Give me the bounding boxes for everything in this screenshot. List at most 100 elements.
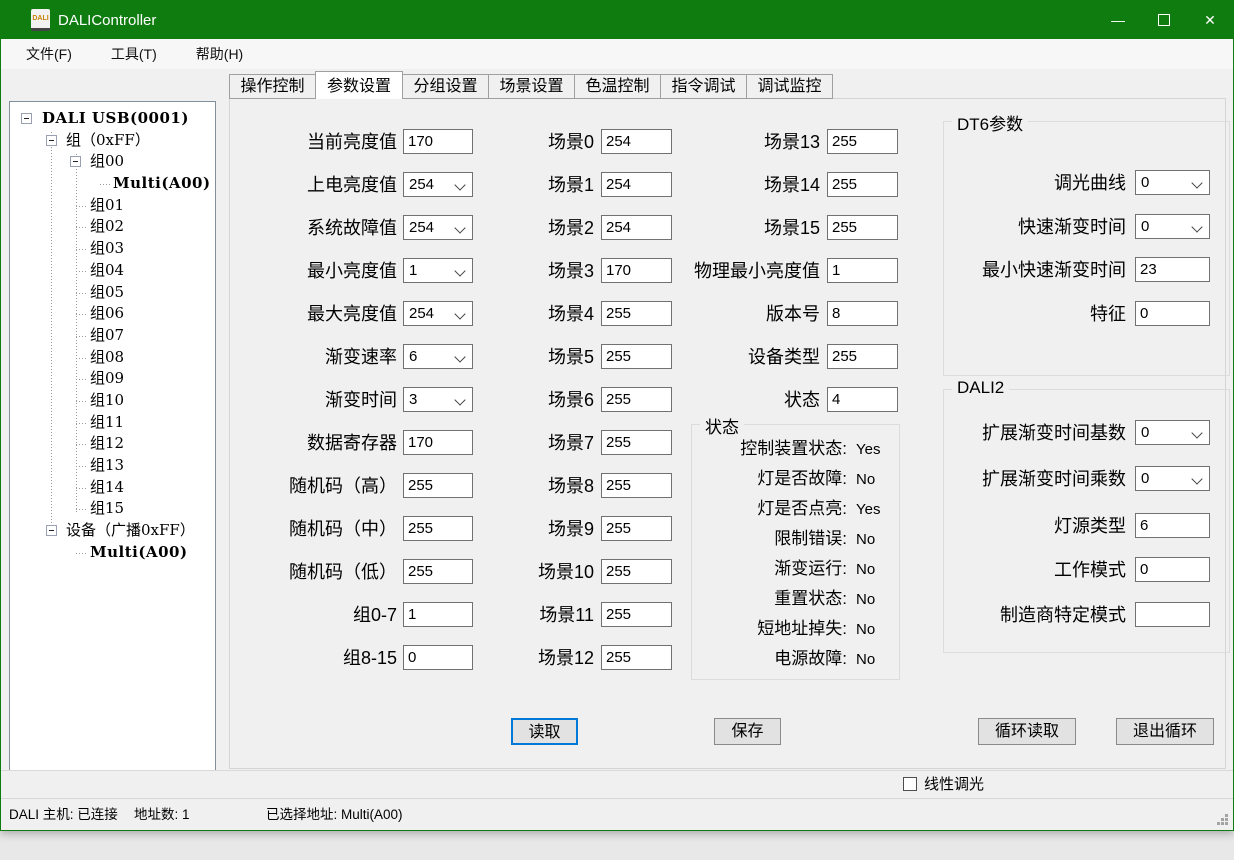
- tree-item-multi-a00-2[interactable]: Multi(A00): [10, 542, 215, 564]
- random-low-input[interactable]: [403, 559, 473, 584]
- scene15-input[interactable]: [827, 215, 898, 240]
- save-button[interactable]: 保存: [714, 718, 781, 745]
- tree-item-group07[interactable]: 组07: [10, 325, 215, 347]
- features-input[interactable]: [1135, 301, 1210, 326]
- field-group-0-7: 组0-7: [259, 602, 475, 628]
- power-on-level-select[interactable]: 254: [403, 172, 473, 197]
- tree-item-group13[interactable]: 组13: [10, 455, 215, 477]
- random-high-input[interactable]: [403, 473, 473, 498]
- tab-operation-control[interactable]: 操作控制: [229, 74, 316, 99]
- tree-item-group14[interactable]: 组14: [10, 477, 215, 499]
- menu-help[interactable]: 帮助(H): [182, 39, 257, 69]
- tree-item-group15[interactable]: 组15: [10, 498, 215, 520]
- scene10-input[interactable]: [601, 559, 672, 584]
- tree-item-multi-a00[interactable]: Multi(A00): [10, 173, 215, 195]
- data-register-input[interactable]: [403, 430, 473, 455]
- device-type-input[interactable]: [827, 344, 898, 369]
- group-0-7-input[interactable]: [403, 602, 473, 627]
- tree-item-group05[interactable]: 组05: [10, 282, 215, 304]
- tree-item-group04[interactable]: 组04: [10, 260, 215, 282]
- tree-item-group06[interactable]: 组06: [10, 303, 215, 325]
- field-scene11: 场景11: [501, 602, 674, 628]
- tree-item-group-root[interactable]: 组（0xFF）: [10, 130, 215, 152]
- scene7-input[interactable]: [601, 430, 672, 455]
- group-8-15-input[interactable]: [403, 645, 473, 670]
- version-number-input[interactable]: [827, 301, 898, 326]
- scene8-input[interactable]: [601, 473, 672, 498]
- scene5-input[interactable]: [601, 344, 672, 369]
- physical-min-level-input[interactable]: [827, 258, 898, 283]
- exit-loop-button[interactable]: 退出循环: [1116, 718, 1214, 745]
- operating-mode-input[interactable]: [1135, 557, 1210, 582]
- tab-debug-monitor[interactable]: 调试监控: [746, 74, 833, 99]
- fade-rate-select[interactable]: 6: [403, 344, 473, 369]
- scene13-input[interactable]: [827, 129, 898, 154]
- tab-scene-settings[interactable]: 场景设置: [488, 74, 575, 99]
- close-button[interactable]: ✕: [1187, 1, 1233, 39]
- dimming-curve-select[interactable]: 0: [1135, 170, 1210, 195]
- chevron-down-icon: [1191, 473, 1202, 484]
- light-source-type-input[interactable]: [1135, 513, 1210, 538]
- min-fast-fade-time-input[interactable]: [1135, 257, 1210, 282]
- tree-item-group00[interactable]: 组00: [10, 151, 215, 173]
- device-tree: DALI USB(0001) 组（0xFF） 组00 Multi(A00) 组0…: [9, 101, 216, 771]
- tab-grouping-settings[interactable]: 分组设置: [402, 74, 489, 99]
- fast-fade-time-select[interactable]: 0: [1135, 214, 1210, 239]
- max-level-select[interactable]: 254: [403, 301, 473, 326]
- scene3-input[interactable]: [601, 258, 672, 283]
- tab-color-temp-control[interactable]: 色温控制: [574, 74, 661, 99]
- chevron-down-icon: [1191, 427, 1202, 438]
- field-ext-fade-time-base: 扩展渐变时间基数0: [944, 420, 1227, 446]
- scene2-input[interactable]: [601, 215, 672, 240]
- status-value-input[interactable]: [827, 387, 898, 412]
- scene1-input[interactable]: [601, 172, 672, 197]
- status-value: No: [856, 618, 875, 642]
- system-failure-level-select[interactable]: 254: [403, 215, 473, 240]
- scene12-input[interactable]: [601, 645, 672, 670]
- status-value: Yes: [856, 498, 880, 522]
- tree-item-group08[interactable]: 组08: [10, 347, 215, 369]
- scene9-input[interactable]: [601, 516, 672, 541]
- min-level-select[interactable]: 1: [403, 258, 473, 283]
- resize-grip[interactable]: [1217, 814, 1229, 826]
- tree-collapse-icon[interactable]: [46, 135, 57, 146]
- tree-item-group02[interactable]: 组02: [10, 216, 215, 238]
- tree-item-group10[interactable]: 组10: [10, 390, 215, 412]
- statusbar-host: DALI 主机: 已连接: [9, 799, 118, 830]
- maximize-button[interactable]: [1141, 1, 1187, 39]
- tree-item-dali-usb[interactable]: DALI USB(0001): [10, 108, 215, 130]
- chevron-down-icon: [454, 265, 465, 276]
- tree-collapse-icon[interactable]: [21, 113, 32, 124]
- menu-file[interactable]: 文件(F): [12, 39, 86, 69]
- read-button[interactable]: 读取: [511, 718, 578, 745]
- tree-item-device-broadcast[interactable]: 设备（广播0xFF）: [10, 520, 215, 542]
- tree-item-group11[interactable]: 组11: [10, 412, 215, 434]
- menu-tools[interactable]: 工具(T): [97, 39, 171, 69]
- field-fast-fade-time: 快速渐变时间0: [944, 214, 1227, 240]
- random-mid-input[interactable]: [403, 516, 473, 541]
- tab-parameter-settings[interactable]: 参数设置: [315, 71, 403, 99]
- scene6-input[interactable]: [601, 387, 672, 412]
- tree-item-group03[interactable]: 组03: [10, 238, 215, 260]
- field-scene6: 场景6: [501, 387, 674, 413]
- tree-item-group09[interactable]: 组09: [10, 368, 215, 390]
- field-light-source-type: 灯源类型: [944, 513, 1227, 539]
- scene11-input[interactable]: [601, 602, 672, 627]
- ext-fade-time-multiplier-select[interactable]: 0: [1135, 466, 1210, 491]
- tab-command-debug[interactable]: 指令调试: [660, 74, 747, 99]
- tree-collapse-icon[interactable]: [46, 525, 57, 536]
- loop-read-button[interactable]: 循环读取: [978, 718, 1076, 745]
- ext-fade-time-base-select[interactable]: 0: [1135, 420, 1210, 445]
- minimize-button[interactable]: —: [1095, 1, 1141, 39]
- tree-item-group01[interactable]: 组01: [10, 195, 215, 217]
- scene4-input[interactable]: [601, 301, 672, 326]
- linear-dimming-checkbox[interactable]: [903, 777, 917, 791]
- chevron-down-icon: [454, 308, 465, 319]
- current-level-input[interactable]: [403, 129, 473, 154]
- tree-item-group12[interactable]: 组12: [10, 433, 215, 455]
- fade-time-select[interactable]: 3: [403, 387, 473, 412]
- manufacturer-mode-input[interactable]: [1135, 602, 1210, 627]
- tree-collapse-icon[interactable]: [70, 156, 81, 167]
- scene0-input[interactable]: [601, 129, 672, 154]
- scene14-input[interactable]: [827, 172, 898, 197]
